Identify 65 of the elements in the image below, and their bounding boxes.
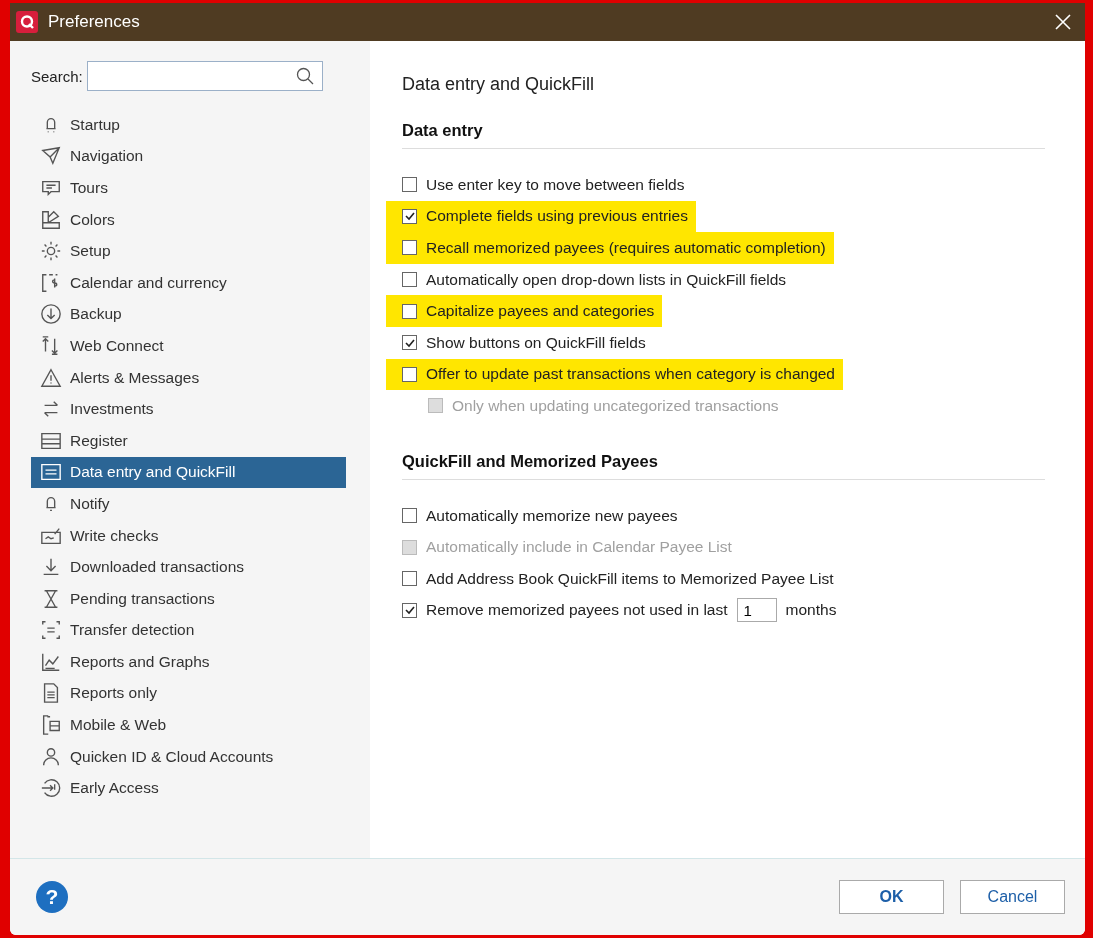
sidebar-item[interactable]: Investments xyxy=(31,393,346,425)
option-label: Offer to update past transactions when category is changed xyxy=(426,365,835,384)
section-heading: Data entry xyxy=(402,121,1045,149)
palette-icon xyxy=(40,208,62,231)
sidebar-item[interactable]: Calendar and currency xyxy=(31,266,346,299)
checkbox[interactable] xyxy=(402,571,417,587)
sidebar-item[interactable]: Alerts & Messages xyxy=(31,361,346,394)
option-label: Automatically include in Calendar Payee List xyxy=(426,538,732,557)
sidebar-item[interactable]: Write checks xyxy=(31,519,346,552)
sidebar-item[interactable]: Downloaded transactions xyxy=(31,551,346,583)
checkbox[interactable] xyxy=(402,177,417,193)
option-label: Remove memorized payees not used in last xyxy=(426,601,728,620)
sidebar-item[interactable]: Web Connect xyxy=(31,330,346,362)
sign-in-icon xyxy=(40,777,62,800)
sidebar-item[interactable]: Tours xyxy=(31,172,346,204)
sidebar-item[interactable]: Quicken ID & Cloud Accounts xyxy=(31,740,346,773)
app-logo-icon xyxy=(16,11,38,33)
cancel-button[interactable]: Cancel xyxy=(960,880,1065,914)
section-heading: QuickFill and Memorized Payees xyxy=(402,451,1045,480)
sidebar-item[interactable]: Colors xyxy=(31,203,346,236)
option-label: Automatically open drop-down lists in QuickFill fields xyxy=(426,270,787,289)
checkbox[interactable] xyxy=(402,208,417,224)
sidebar-item[interactable]: Setup xyxy=(31,235,346,267)
sidebar-item[interactable]: Backup xyxy=(31,298,346,331)
option-label: Use enter key to move between fields xyxy=(426,175,685,194)
checkbox[interactable] xyxy=(402,602,417,618)
ok-button[interactable]: OK xyxy=(839,880,944,914)
sidebar-item[interactable]: Data entry and QuickFill xyxy=(31,456,346,489)
option-label: Automatically memorize new payees xyxy=(426,506,678,525)
option-label: Add Address Book QuickFill items to Memorized Payee List xyxy=(426,569,834,588)
person-icon xyxy=(40,745,62,768)
sidebar-item[interactable]: Transfer detection xyxy=(31,614,346,647)
months-input[interactable]: 1 xyxy=(736,598,777,623)
sidebar-item[interactable]: Reports only xyxy=(31,677,346,710)
sidebar-item[interactable]: Mobile & Web xyxy=(31,709,346,741)
checkbox[interactable] xyxy=(402,272,417,288)
option-label: Complete fields using previous entries xyxy=(426,207,688,226)
option-label: Capitalize payees and categories xyxy=(426,302,655,321)
gear-icon xyxy=(40,240,62,263)
sidebar-item[interactable]: Navigation xyxy=(31,140,346,173)
mobile-icon xyxy=(40,714,62,737)
option-label: Show buttons on QuickFill fields xyxy=(426,333,646,352)
page-title: Data entry and QuickFill xyxy=(402,74,596,95)
help-button[interactable]: ? xyxy=(36,881,68,913)
warning-icon xyxy=(40,366,62,389)
checkbox[interactable] xyxy=(402,240,417,256)
search-icon xyxy=(295,67,314,85)
search-label: Search: xyxy=(31,67,83,85)
option-label: Recall memorized payees (requires automatic completion) xyxy=(426,239,826,257)
checkbox[interactable] xyxy=(402,335,417,351)
close-icon[interactable] xyxy=(1055,14,1071,30)
sidebar-item[interactable]: Startup xyxy=(31,109,346,141)
sidebar-item[interactable]: Pending transactions xyxy=(31,582,346,615)
window-title: Preferences xyxy=(48,12,141,32)
checkbox[interactable] xyxy=(402,366,417,382)
sidebar-item[interactable]: Notify xyxy=(31,488,346,520)
option-label: Only when updating uncategorized transactions xyxy=(452,396,779,415)
transfer-icon xyxy=(40,619,62,642)
sidebar-item[interactable]: Early Access xyxy=(31,772,346,805)
checkbox[interactable] xyxy=(402,303,417,319)
sidebar-item[interactable]: Register xyxy=(31,424,346,457)
search-field[interactable] xyxy=(86,61,323,91)
sidebar-item[interactable]: Reports and Graphs xyxy=(31,646,346,678)
unit-label: months xyxy=(785,601,837,620)
checkbox[interactable] xyxy=(402,508,417,524)
